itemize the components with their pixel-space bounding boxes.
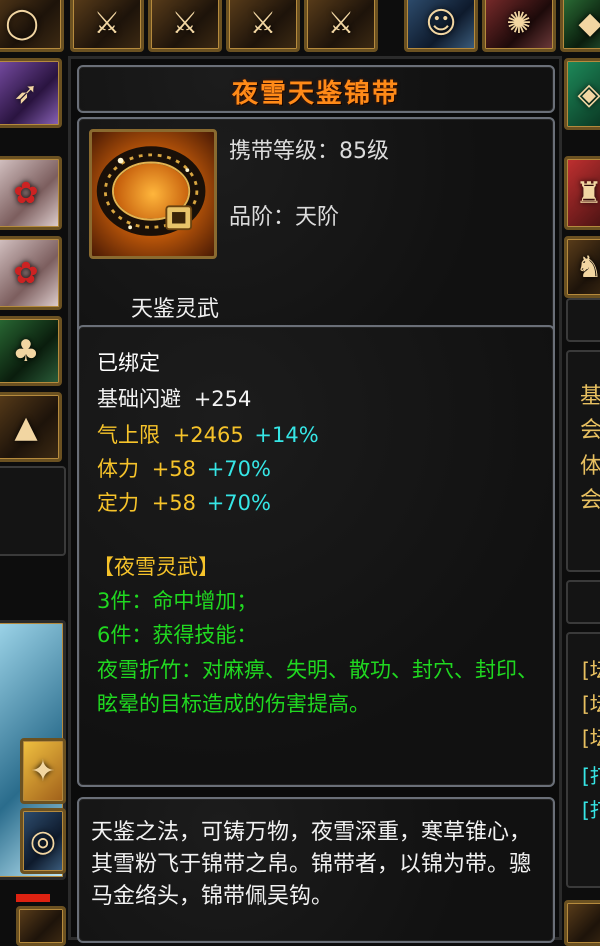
pouch-icon: ♣	[12, 333, 40, 369]
right-set-char: [打	[582, 764, 600, 788]
right-panel-char: 基	[580, 384, 600, 409]
attribute-row: 体力 +58 +70%	[97, 453, 271, 483]
inventory-slot[interactable]: ◆	[560, 0, 600, 52]
bound-status: 已绑定	[97, 351, 160, 375]
skill-description: 夜雪折竹：对麻痹、失明、散功、封穴、封印、眩晕的目标造成的伤害提高。	[97, 658, 538, 716]
inventory-slot[interactable]: ♣	[0, 316, 62, 386]
attribute-value: +58	[151, 491, 197, 515]
statue-icon: ♞	[575, 249, 600, 285]
gem-icon: ◆	[578, 5, 600, 41]
inventory-slot[interactable]: ⚔	[148, 0, 222, 52]
inventory-slot[interactable]: ◈	[564, 58, 600, 130]
inventory-slot[interactable]	[564, 900, 600, 946]
attribute-label: 气上限	[97, 423, 160, 447]
attribute-value: +2465	[172, 423, 244, 447]
attribute-bonus: +14%	[254, 423, 319, 447]
attribute-bonus: +70%	[206, 457, 271, 481]
inventory-slot[interactable]: ♜	[564, 156, 600, 230]
sword-icon: ⚔	[249, 5, 277, 41]
ring-icon: ◯	[5, 5, 39, 41]
sword-icon: ⚔	[327, 5, 355, 41]
tooltip-header: 夜雪天鉴锦带	[77, 65, 555, 113]
set-bonus-3: 3件：命中增加；	[97, 589, 258, 613]
light-icon: ✦	[30, 753, 56, 789]
sword-icon: ⚔	[171, 5, 199, 41]
belt-icon	[89, 129, 217, 259]
inventory-slot[interactable]: ➶	[0, 58, 62, 128]
horn-icon: ▲	[14, 409, 38, 445]
inventory-slot[interactable]: ✿	[0, 156, 62, 230]
mask-icon: ☺	[425, 5, 457, 41]
swirl-icon: ◎	[29, 823, 57, 859]
inventory-slot[interactable]: ⚔	[70, 0, 144, 52]
blade-icon: ➶	[13, 75, 39, 111]
right-panel-char: 体	[580, 454, 600, 479]
orb-icon: ✺	[506, 5, 532, 41]
inventory-slot[interactable]: ☺	[404, 0, 478, 52]
set-title: 【夜雪灵武】	[93, 555, 219, 579]
table-icon: ♜	[575, 175, 600, 211]
attribute-label: 基础闪避	[97, 387, 181, 411]
inventory-slot[interactable]: ✿	[0, 236, 62, 310]
inventory-slot[interactable]: ♞	[564, 236, 600, 298]
attribute-bonus: +70%	[206, 491, 271, 515]
attribute-row: 定力 +58 +70%	[97, 487, 271, 517]
right-panel-char: 会	[580, 488, 600, 513]
item-attributes-panel: 已绑定 基础闪避 +254 气上限 +2465 +14% 体力 +58 +70%…	[77, 325, 555, 787]
belt-icon-graphic	[96, 146, 206, 236]
inventory-slot[interactable]: ✺	[482, 0, 556, 52]
inventory-slot[interactable]: ◎	[20, 808, 66, 874]
right-panel	[566, 580, 600, 624]
jade-icon: ◈	[577, 76, 600, 112]
flavor-panel: 天鉴之法，可铸万物，夜雪深重，寒草锥心，其雪粉飞于锦带之帛。锦带者，以锦为带。骢…	[77, 797, 555, 943]
item-series: 天鉴灵武	[131, 297, 220, 322]
carry-level: 携带等级：85级	[229, 139, 389, 164]
inventory-slot[interactable]: ⚔	[226, 0, 300, 52]
inventory-slot[interactable]: ◯	[0, 0, 64, 52]
sword-icon: ⚔	[93, 5, 121, 41]
right-panel	[566, 298, 600, 342]
item-tooltip: 夜雪天鉴锦带 携带等级：85级 品阶：天阶 天鉴灵武 已绑定 基础闪避 +254	[68, 56, 562, 943]
right-set-char: [坛	[582, 726, 600, 750]
right-set-char: [打	[582, 798, 600, 822]
right-panel-char: 会	[580, 418, 600, 443]
inventory-slot[interactable]: ⚔	[304, 0, 378, 52]
side-panel	[0, 466, 66, 556]
talisman-icon: ✿	[13, 175, 39, 211]
attribute-row: 基础闪避 +254	[97, 383, 251, 413]
item-title: 夜雪天鉴锦带	[231, 79, 400, 109]
inventory-slot[interactable]: ▲	[0, 392, 62, 462]
right-set-char: [坛	[582, 658, 600, 682]
inventory-slot[interactable]: ✦	[20, 738, 66, 804]
inventory-slot[interactable]	[16, 906, 66, 946]
attribute-row: 气上限 +2465 +14%	[97, 419, 319, 449]
set-bonus-6: 6件：获得技能：	[97, 623, 258, 647]
item-grade: 品阶：天阶	[229, 205, 340, 230]
attribute-value: +254	[193, 387, 252, 411]
flavor-text: 天鉴之法，可铸万物，夜雪深重，寒草锥心，其雪粉飞于锦带之帛。锦带者，以锦为带。骢…	[91, 820, 532, 909]
talisman-icon: ✿	[13, 255, 39, 291]
attribute-label: 体力	[97, 457, 139, 481]
attribute-value: +58	[151, 457, 197, 481]
attribute-label: 定力	[97, 491, 139, 515]
health-bar	[16, 894, 50, 902]
right-set-char: [坛	[582, 692, 600, 716]
